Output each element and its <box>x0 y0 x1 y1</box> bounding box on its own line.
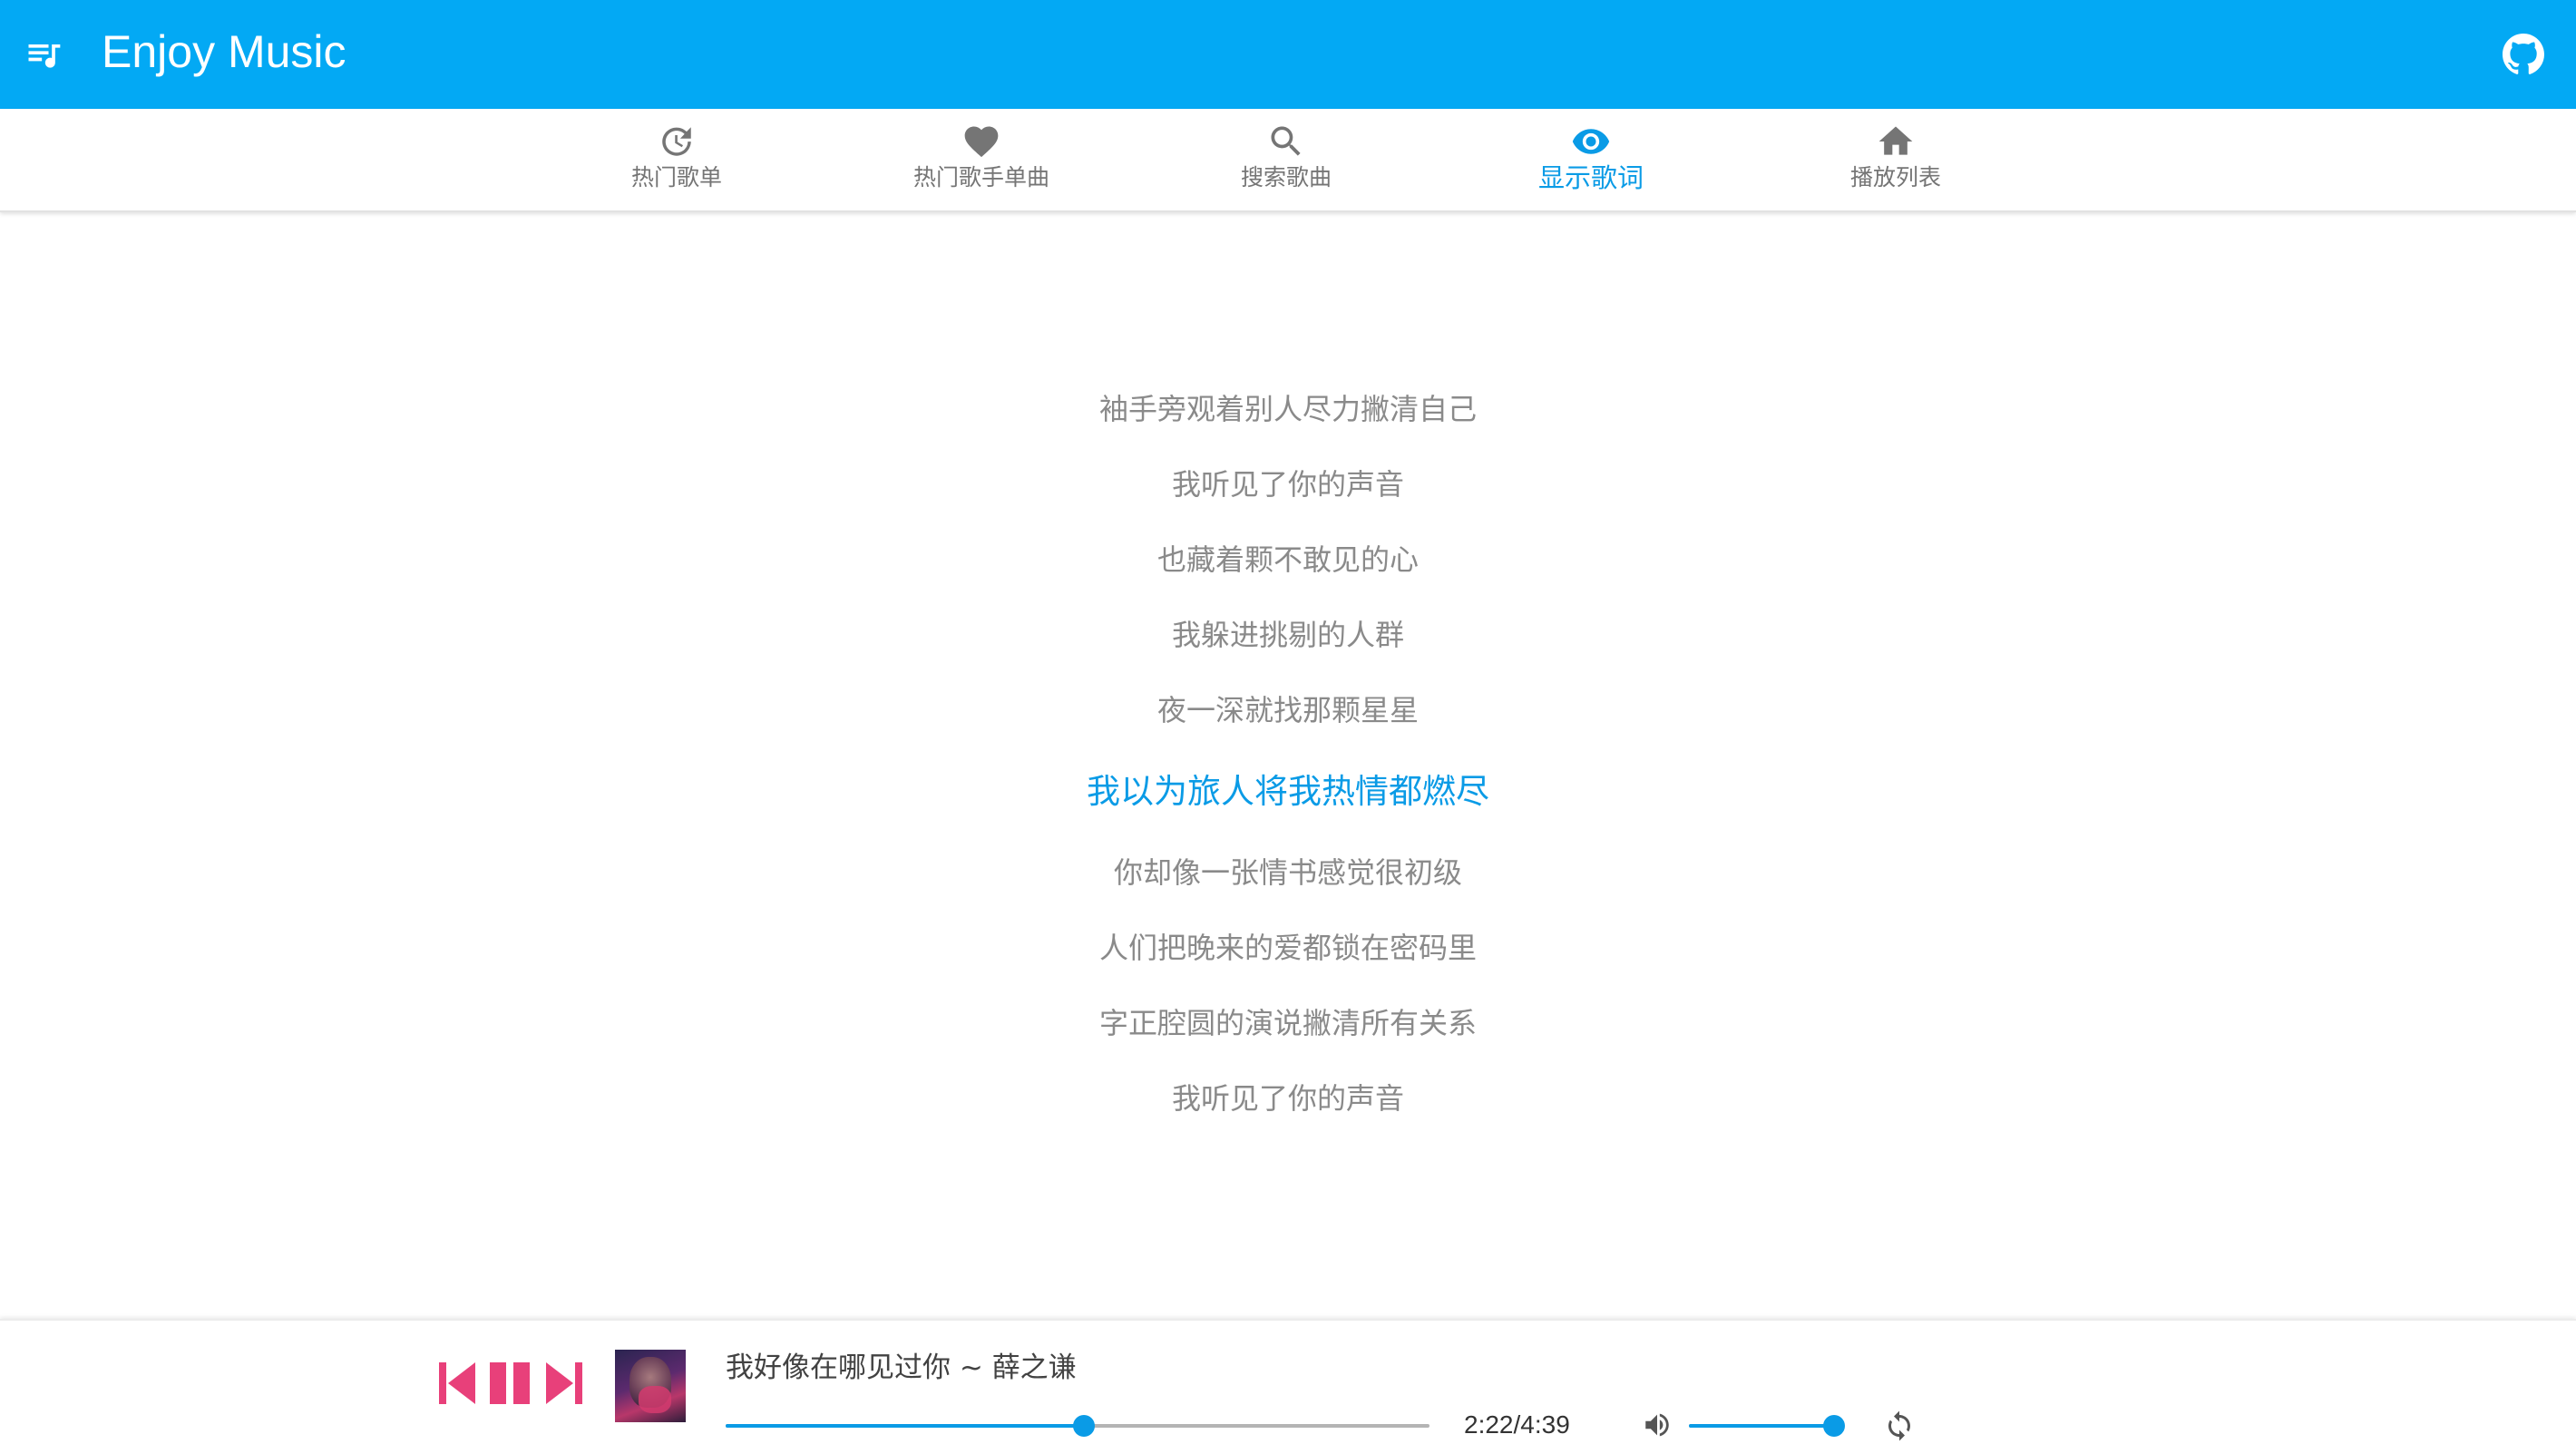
eye-icon <box>1571 122 1611 161</box>
volume-icon <box>1645 1413 1669 1437</box>
tab-label: 播放列表 <box>1849 164 1941 190</box>
album-cover <box>615 1350 686 1422</box>
pause-icon <box>490 1362 530 1404</box>
app-bar: Enjoy Music <box>0 0 2576 109</box>
tab-hot-artist-songs[interactable]: 热门歌手单曲 <box>829 109 1134 210</box>
search-icon <box>1266 122 1306 161</box>
now-playing-title: 我好像在哪见过你 ~ 薛之谦 <box>726 1351 1077 1384</box>
tab-search-songs[interactable]: 搜索歌曲 <box>1134 109 1439 210</box>
home-icon <box>1876 122 1916 161</box>
skip-next-icon <box>546 1362 582 1404</box>
player-bar: 我好像在哪见过你 ~ 薛之谦 2:22/4:39 <box>0 1319 2576 1444</box>
lyrics-panel: 袖手旁观着别人尽力撇清自己 我听见了你的声音 也藏着颗不敢见的心 我躲进挑剔的人… <box>0 372 2576 1137</box>
lyric-line: 也藏着颗不敢见的心 <box>1156 542 1419 577</box>
loop-button[interactable] <box>1883 1410 1916 1442</box>
app-root: Enjoy Music 热门歌单 热门歌手单曲 搜索歌曲 显示歌词 播放列表 袖… <box>0 0 2576 1444</box>
lyric-line: 我听见了你的声音 <box>1171 1081 1404 1116</box>
lyric-line: 字正腔圆的演说撇清所有关系 <box>1098 1006 1477 1040</box>
lyric-line: 人们把晚来的爱都锁在密码里 <box>1098 931 1477 965</box>
tab-label: 搜索歌曲 <box>1240 164 1332 190</box>
queue-music-icon <box>28 44 61 68</box>
volume-slider[interactable] <box>1689 1415 1845 1437</box>
volume-thumb[interactable] <box>1823 1415 1845 1437</box>
history-icon <box>657 122 697 161</box>
tab-playlist[interactable]: 播放列表 <box>1743 109 2048 210</box>
previous-button[interactable] <box>439 1362 475 1404</box>
app-title: Enjoy Music <box>102 26 346 77</box>
skip-previous-icon <box>439 1362 475 1404</box>
next-button[interactable] <box>546 1362 582 1404</box>
heart-icon <box>961 122 1001 161</box>
lyric-line: 夜一深就找那颗星星 <box>1156 693 1419 727</box>
progress-thumb[interactable] <box>1072 1415 1095 1437</box>
github-link[interactable] <box>2498 29 2549 80</box>
github-icon <box>2503 34 2544 74</box>
playback-time: 2:22/4:39 <box>1464 1410 1570 1439</box>
current-lyric-line: 我以为旅人将我热情都燃尽 <box>1087 772 1489 811</box>
tab-label: 热门歌手单曲 <box>912 164 1049 190</box>
lyric-line: 我躲进挑剔的人群 <box>1171 618 1404 652</box>
tab-label: 热门歌单 <box>630 164 722 190</box>
lyric-line: 你却像一张情书感觉很初级 <box>1113 855 1462 890</box>
lyric-line: 我听见了你的声音 <box>1171 467 1404 502</box>
lyric-line: 袖手旁观着别人尽力撇清自己 <box>1098 392 1477 426</box>
pause-button[interactable] <box>490 1362 532 1404</box>
tab-show-lyrics[interactable]: 显示歌词 <box>1439 109 1743 210</box>
loop-icon <box>1888 1410 1910 1441</box>
tab-hot-playlists[interactable]: 热门歌单 <box>524 109 829 210</box>
queue-menu-button[interactable] <box>20 31 67 78</box>
tab-label: 显示歌词 <box>1537 162 1644 193</box>
volume-button[interactable] <box>1642 1410 1673 1440</box>
tab-bar: 热门歌单 热门歌手单曲 搜索歌曲 显示歌词 播放列表 <box>0 109 2576 212</box>
progress-slider[interactable] <box>726 1415 1429 1437</box>
